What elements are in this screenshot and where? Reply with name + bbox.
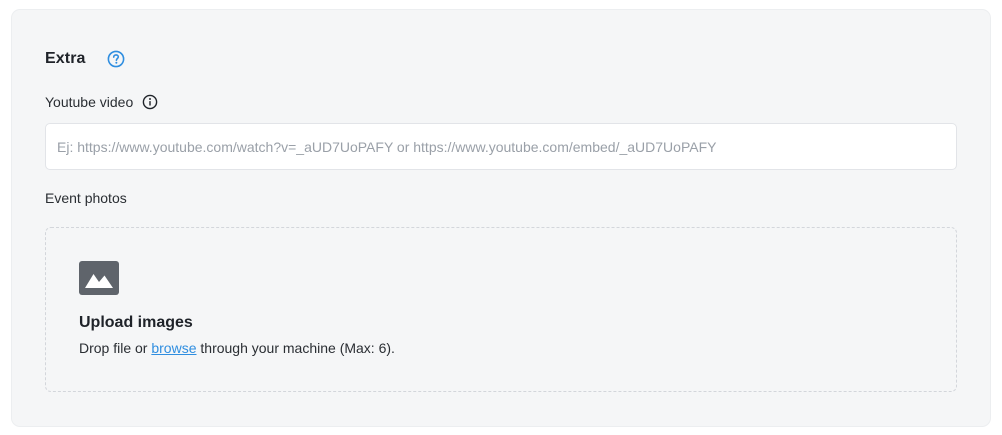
upload-description: Drop file or browse through your machine… xyxy=(79,340,395,356)
section-header: Extra xyxy=(45,48,125,70)
info-circle-icon[interactable] xyxy=(142,94,158,110)
youtube-url-input[interactable] xyxy=(45,123,957,170)
image-icon xyxy=(79,261,119,295)
event-photos-label: Event photos xyxy=(45,190,127,206)
youtube-video-label: Youtube video xyxy=(45,94,134,110)
upload-images-title: Upload images xyxy=(79,314,193,331)
browse-link[interactable]: browse xyxy=(151,340,196,356)
upload-desc-prefix: Drop file or xyxy=(79,340,152,356)
section-title: Extra xyxy=(45,50,86,67)
image-dropzone[interactable]: Upload images Drop file or browse throug… xyxy=(45,227,957,392)
extra-section-card: Extra Youtube video Event photos xyxy=(12,10,990,426)
question-circle-icon[interactable] xyxy=(107,50,125,68)
youtube-label-row: Youtube video xyxy=(45,92,158,112)
upload-desc-suffix: through your machine (Max: 6). xyxy=(196,340,395,356)
